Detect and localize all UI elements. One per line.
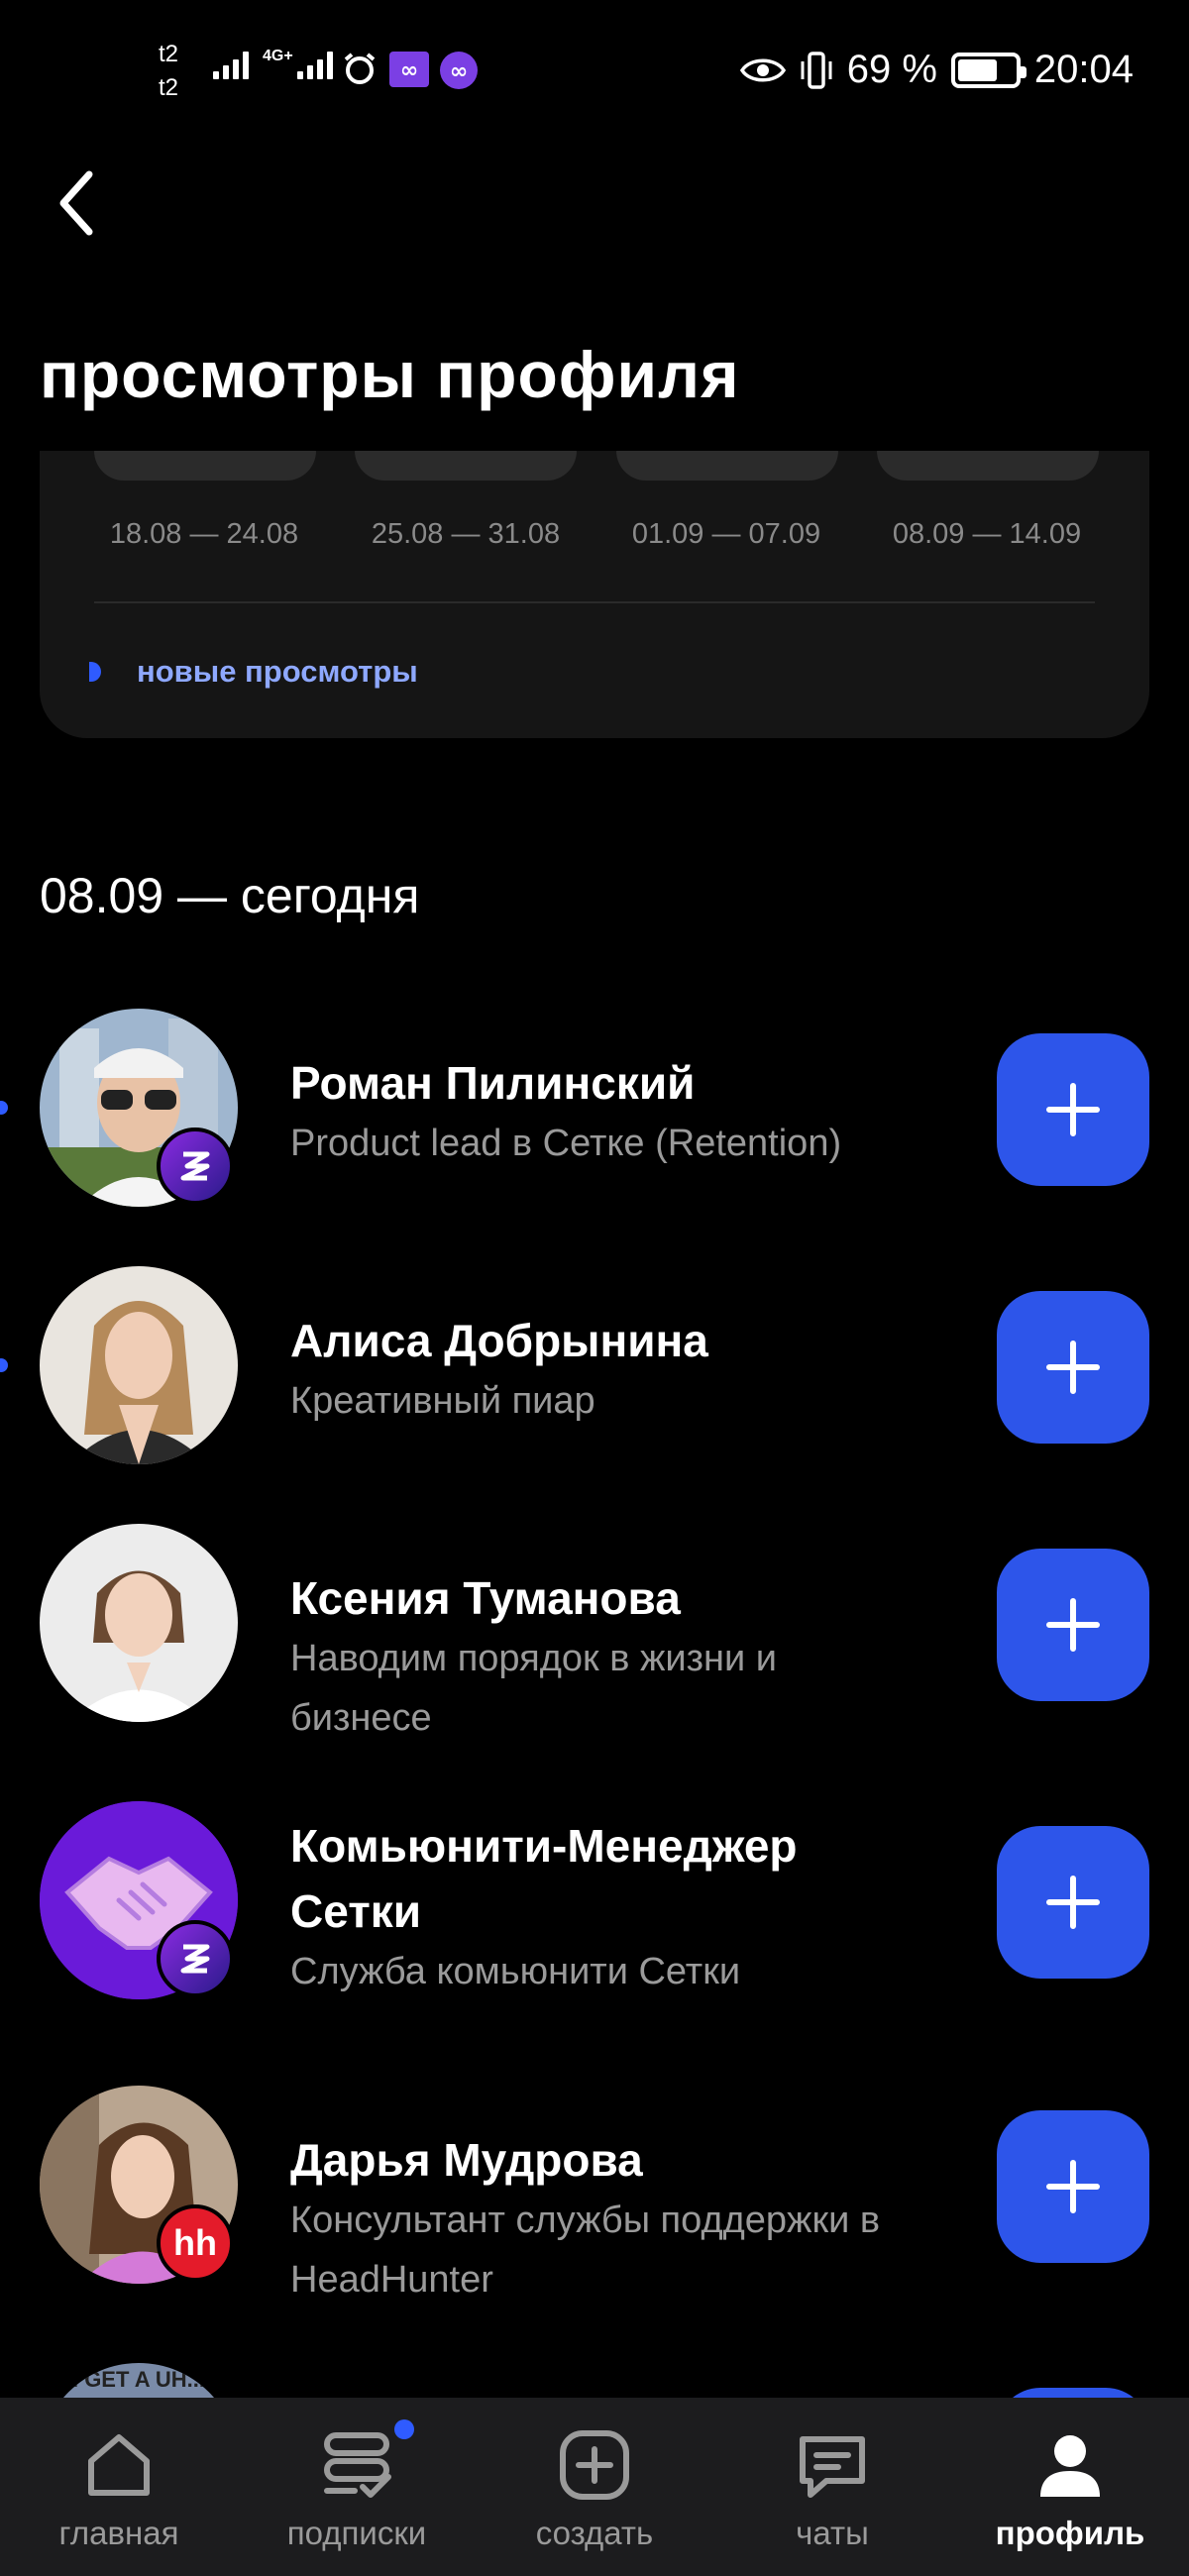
avatar[interactable] <box>40 1524 238 1722</box>
home-icon <box>88 2434 150 2496</box>
battery-percent: 69 % <box>846 48 937 91</box>
week-label: 01.09 — 07.09 <box>631 518 821 550</box>
carrier-labels: t2 t2 <box>159 38 178 105</box>
avatar-photo <box>40 1524 238 1722</box>
add-contact-button[interactable] <box>997 1033 1149 1186</box>
legend-label: новые просмотры <box>137 654 418 689</box>
vibrate-icon <box>801 51 832 89</box>
page-title: просмотры профиля <box>40 338 740 411</box>
plus-icon <box>1046 1876 1100 1929</box>
visitor-description: Служба комьюнити Сетки <box>290 1951 741 1992</box>
chevron-left-icon <box>59 170 93 236</box>
carrier-2: t2 <box>159 74 179 101</box>
plus-icon <box>1046 1341 1100 1394</box>
add-contact-button[interactable] <box>997 1826 1149 1979</box>
visitor-row[interactable]: Роман Пилинский Product lead в Сетке (Re… <box>0 1009 1189 1207</box>
network-type: 4G+ <box>263 48 293 64</box>
views-chart-card: 18.08 — 24.08 25.08 — 31.08 01.09 — 07.0… <box>40 451 1149 738</box>
nav-label: чаты <box>796 2515 869 2551</box>
visitor-name[interactable]: Алиса Добрынина <box>290 1308 708 1373</box>
clock: 20:04 <box>1033 48 1134 91</box>
week-label: 25.08 — 31.08 <box>371 518 561 550</box>
svg-text:∞: ∞ <box>400 58 418 83</box>
back-button[interactable] <box>36 163 115 243</box>
subscriptions-icon <box>324 2432 391 2498</box>
chat-icon <box>800 2436 865 2498</box>
visitor-name[interactable]: Роман Пилинский <box>290 1050 695 1116</box>
avatar-caption: I GET A UH... <box>71 2367 206 2392</box>
nav-home[interactable]: главная <box>0 2398 238 2576</box>
visitor-description: Наводим порядок в жизни и бизнесе <box>290 1638 778 1739</box>
visitor-description: Консультант службы поддержки в HeadHunte… <box>290 2200 881 2301</box>
status-bar: t2 t2 4G+ ∞ ∞ 69 % 20:04 <box>0 0 1189 149</box>
setka-badge-icon <box>157 1127 234 1205</box>
nav-chats[interactable]: чаты <box>713 2398 951 2576</box>
week-label: 18.08 — 24.08 <box>109 518 299 550</box>
visitor-name[interactable]: Комьюнити-Менеджер Сетки <box>290 1813 924 1944</box>
profile-icon <box>1040 2435 1100 2497</box>
visitor-description: Креативный пиар <box>290 1380 595 1422</box>
status-right: 69 % 20:04 <box>739 48 1134 92</box>
visitor-row[interactable]: Комьюнити-Менеджер Сетки Служба комьюнит… <box>0 1801 1189 1999</box>
chart-legend: новые просмотры <box>89 654 418 690</box>
nav-label: подписки <box>286 2515 427 2551</box>
add-contact-button[interactable] <box>997 2110 1149 2263</box>
svg-text:∞: ∞ <box>450 59 468 84</box>
avatar-photo <box>40 1266 238 1464</box>
week-bar-4[interactable] <box>877 451 1099 481</box>
week-label: 08.09 — 14.09 <box>892 518 1082 550</box>
hh-badge-icon: hh <box>157 2204 234 2282</box>
week-bar-3[interactable] <box>616 451 838 481</box>
setka-badge-icon <box>157 1920 234 1997</box>
visitor-description: Product lead в Сетке (Retention) <box>290 1123 842 1164</box>
nav-label: создать <box>535 2515 654 2551</box>
visitor-name[interactable]: Дарья Мудрова <box>290 2127 643 2193</box>
week-bar-1[interactable] <box>94 451 316 481</box>
week-bar-2[interactable] <box>355 451 577 481</box>
bottom-nav: главная подписки создать чаты профиль <box>0 2398 1189 2576</box>
visitor-row[interactable]: Ксения Туманова Наводим порядок в жизни … <box>0 1524 1189 1771</box>
add-contact-button[interactable] <box>997 1549 1149 1701</box>
avatar[interactable] <box>40 1266 238 1464</box>
notification-badge <box>394 2419 414 2439</box>
carrier-1: t2 <box>159 41 179 67</box>
add-contact-button[interactable] <box>997 2388 1149 2398</box>
signal-icon-2 <box>297 52 333 79</box>
nav-label: профиль <box>995 2515 1145 2551</box>
battery-icon <box>950 52 1027 88</box>
app-notification-icon: ∞ <box>389 52 429 87</box>
visitor-row[interactable]: hh Дарья Мудрова Консультант службы подд… <box>0 2086 1189 2333</box>
nav-profile[interactable]: профиль <box>951 2398 1189 2576</box>
add-contact-button[interactable] <box>997 1291 1149 1444</box>
nav-subscriptions[interactable]: подписки <box>238 2398 476 2576</box>
nav-label: главная <box>58 2515 179 2551</box>
signal-icon <box>213 52 249 79</box>
section-title: 08.09 — сегодня <box>40 868 420 923</box>
unread-dot <box>0 1358 8 1372</box>
unread-dot <box>0 1101 8 1115</box>
legend-marker <box>89 662 101 682</box>
alarm-icon <box>344 53 376 84</box>
visitor-row-partial[interactable]: I GET A UH... <box>0 2363 1189 2398</box>
plus-icon <box>1046 2160 1100 2213</box>
divider <box>94 601 1095 603</box>
plus-icon <box>1046 1598 1100 1652</box>
nav-create[interactable]: создать <box>476 2398 713 2576</box>
avatar[interactable]: I GET A UH... <box>40 2363 238 2398</box>
visitor-name[interactable]: Ксения Туманова <box>290 1565 681 1631</box>
eye-icon <box>739 58 786 81</box>
plus-icon <box>1046 1083 1100 1136</box>
app-notification-icon-2: ∞ <box>440 52 478 89</box>
visitor-row[interactable]: Алиса Добрынина Креативный пиар <box>0 1266 1189 1464</box>
create-icon <box>560 2430 629 2500</box>
